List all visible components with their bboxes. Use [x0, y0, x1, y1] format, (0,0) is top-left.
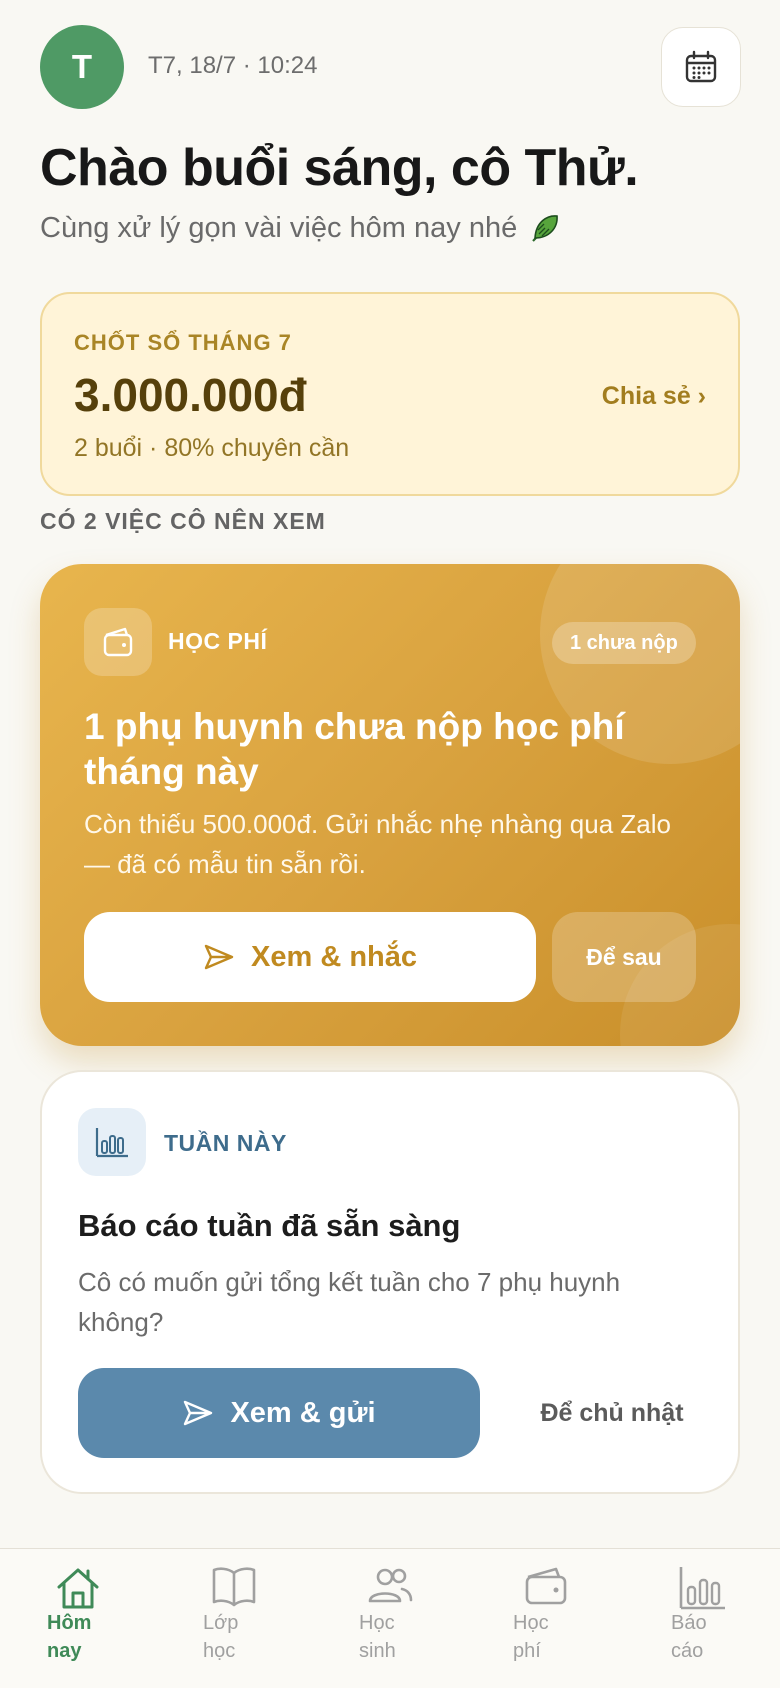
tab-students-label-2: sinh	[359, 1640, 396, 1662]
summary-label: CHỐT SỔ THÁNG 7	[74, 330, 292, 355]
greeting-subtitle: Cùng xử lý gọn vài việc hôm nay nhé	[40, 210, 563, 246]
send-icon	[184, 1400, 213, 1426]
students-icon	[368, 1568, 413, 1603]
fee-icon-tile	[84, 608, 152, 676]
calendar-icon	[685, 50, 717, 83]
wallet-icon	[103, 627, 133, 657]
view-and-remind-button[interactable]: Xem & nhắc	[84, 912, 536, 1002]
weekly-report-card: TUẦN NÀY Báo cáo tuần đã sẵn sàng Cô có …	[40, 1070, 740, 1494]
tab-fees-label-2: phí	[513, 1640, 541, 1662]
tab-fees-label-1: Học	[513, 1612, 549, 1634]
tab-fees[interactable]: Học phí	[468, 1549, 624, 1688]
bottom-tab-bar: Hôm nay Lớp học Học sinh Học phí Báo cáo	[0, 1548, 780, 1688]
weekly-title: Báo cáo tuần đã sẵn sàng	[78, 1208, 461, 1243]
summary-amount: 3.000.000đ	[74, 369, 307, 421]
tab-reports[interactable]: Báo cáo	[624, 1549, 780, 1688]
tab-classes[interactable]: Lớp học	[156, 1549, 312, 1688]
later-button[interactable]: Để sau	[552, 912, 696, 1002]
fee-reminder-card: HỌC PHÍ 1 chưa nộp 1 phụ huynh chưa nộp …	[40, 564, 740, 1046]
weekly-description: Cô có muốn gửi tổng kết tuần cho 7 phụ h…	[78, 1267, 621, 1337]
date-time: T7, 18/7 · 10:24	[148, 52, 318, 79]
share-link[interactable]: Chia sẻ ›	[602, 382, 706, 411]
send-on-sunday-button[interactable]: Để chủ nhật	[502, 1368, 722, 1458]
fee-title: 1 phụ huynh chưa nộp học phí tháng này	[84, 706, 625, 792]
section-title: CÓ 2 VIỆC CÔ NÊN XEM	[40, 508, 326, 534]
chart-icon	[679, 1567, 725, 1610]
view-and-remind-label: Xem & nhắc	[251, 940, 417, 973]
report-icon-tile	[78, 1108, 146, 1176]
tab-home[interactable]: Hôm nay	[0, 1549, 156, 1688]
view-and-send-label: Xem & gửi	[230, 1396, 376, 1429]
calendar-button[interactable]	[661, 27, 741, 107]
tab-reports-label-2: cáo	[671, 1640, 704, 1662]
tab-home-label-2: nay	[47, 1640, 82, 1662]
tab-home-label-1: Hôm	[47, 1612, 92, 1634]
view-and-send-button[interactable]: Xem & gửi	[78, 1368, 480, 1458]
greeting-subtitle-text: Cùng xử lý gọn vài việc hôm nay nhé	[40, 211, 518, 244]
home-screen: T T7, 18/7 · 10:24 Chào buổi sáng, cô Th…	[0, 0, 780, 1688]
tab-reports-label-1: Báo	[671, 1612, 707, 1634]
avatar-letter: T	[71, 48, 93, 85]
wallet-icon	[525, 1567, 567, 1605]
avatar[interactable]: T	[40, 25, 124, 109]
home-icon	[57, 1568, 99, 1609]
fee-kicker: HỌC PHÍ	[168, 628, 268, 654]
send-icon	[204, 944, 234, 970]
month-summary-card[interactable]: CHỐT SỔ THÁNG 7 3.000.000đ 2 buổi · 80% …	[40, 292, 740, 496]
tab-students-label-1: Học	[359, 1612, 395, 1634]
tab-classes-label-1: Lớp	[203, 1612, 239, 1634]
summary-meta: 2 buổi · 80% chuyên cần	[74, 434, 350, 462]
weekly-kicker: TUẦN NÀY	[164, 1130, 287, 1156]
page-title: Chào buổi sáng, cô Thử.	[40, 139, 639, 197]
unpaid-badge: 1 chưa nộp	[552, 622, 696, 664]
book-icon	[212, 1567, 256, 1607]
tab-students[interactable]: Học sinh	[312, 1549, 468, 1688]
leaf-icon	[532, 215, 559, 242]
fee-description: Còn thiếu 500.000đ. Gửi nhắc nhẹ nhàng q…	[84, 809, 671, 879]
tab-classes-label-2: học	[203, 1640, 236, 1662]
bar-chart-icon	[95, 1128, 128, 1158]
